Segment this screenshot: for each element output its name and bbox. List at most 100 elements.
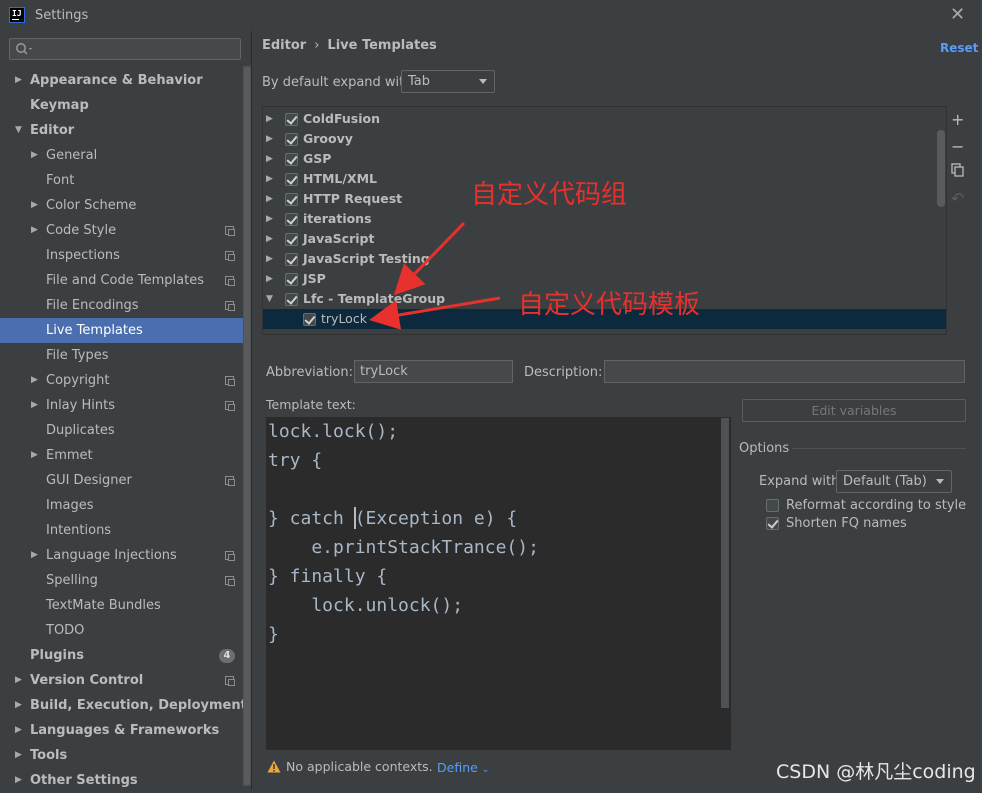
undo-icon[interactable]: ↶ xyxy=(951,189,964,208)
chevron-right-icon[interactable]: ▶ xyxy=(266,229,273,249)
chevron-right-icon[interactable]: ▶ xyxy=(266,149,273,169)
warning-text: No applicable contexts. xyxy=(286,759,433,774)
copy-icon[interactable] xyxy=(951,162,965,181)
template-group-row[interactable]: ▶ JavaScript Testing xyxy=(263,249,946,269)
sidebar-scrollbar[interactable] xyxy=(244,67,250,785)
chevron-right-icon[interactable]: ▶ xyxy=(31,143,38,168)
sidebar-item[interactable]: ▶ Color Scheme xyxy=(0,193,243,218)
template-checkbox[interactable] xyxy=(303,313,316,326)
chevron-right-icon[interactable]: ▶ xyxy=(266,189,273,209)
sidebar-item[interactable]: Keymap xyxy=(0,93,243,118)
template-checkbox[interactable] xyxy=(285,133,298,146)
shorten-fq-checkbox[interactable] xyxy=(766,517,779,530)
chevron-right-icon[interactable]: ▶ xyxy=(31,218,38,243)
chevron-right-icon[interactable]: ▶ xyxy=(266,209,273,229)
chevron-right-icon[interactable]: ▶ xyxy=(15,743,22,768)
template-checkbox[interactable] xyxy=(285,233,298,246)
sidebar-item[interactable]: File and Code Templates xyxy=(0,268,243,293)
chevron-right-icon[interactable]: ▶ xyxy=(31,393,38,418)
template-checkbox[interactable] xyxy=(285,293,298,306)
chevron-right-icon[interactable]: ▶ xyxy=(15,718,22,743)
sidebar-item[interactable]: ▶ Copyright xyxy=(0,368,243,393)
sidebar-item[interactable]: TextMate Bundles xyxy=(0,593,243,618)
panel-divider[interactable] xyxy=(251,31,252,789)
sidebar-item[interactable]: File Encodings xyxy=(0,293,243,318)
chevron-right-icon[interactable]: ▶ xyxy=(266,249,273,269)
template-checkbox[interactable] xyxy=(285,153,298,166)
chevron-right-icon[interactable]: ▶ xyxy=(266,109,273,129)
edit-variables-button[interactable]: Edit variables xyxy=(742,399,966,422)
template-tree-scrollbar[interactable] xyxy=(937,130,945,207)
chevron-right-icon[interactable]: ▶ xyxy=(15,693,22,718)
sidebar-item[interactable]: Plugins 4 xyxy=(0,643,243,668)
sidebar-item[interactable]: ▼ Editor xyxy=(0,118,243,143)
define-contexts-link[interactable]: Define ⌄ xyxy=(437,760,489,775)
sidebar-item[interactable]: ▶ Version Control xyxy=(0,668,243,693)
chevron-right-icon[interactable]: ▶ xyxy=(266,169,273,189)
sidebar-item[interactable]: Images xyxy=(0,493,243,518)
chevron-right-icon[interactable]: ▶ xyxy=(31,193,38,218)
chevron-right-icon[interactable]: ▶ xyxy=(15,768,22,793)
template-checkbox[interactable] xyxy=(285,173,298,186)
sidebar-item[interactable]: Intentions xyxy=(0,518,243,543)
chevron-down-icon[interactable]: ▼ xyxy=(15,118,22,143)
sidebar-item[interactable]: ▶ Appearance & Behavior xyxy=(0,68,243,93)
template-checkbox[interactable] xyxy=(285,193,298,206)
sidebar-item[interactable]: ▶ Tools xyxy=(0,743,243,768)
template-label: iterations xyxy=(303,211,372,226)
project-scope-icon xyxy=(225,476,235,486)
template-checkbox[interactable] xyxy=(285,113,298,126)
chevron-down-icon[interactable]: ▼ xyxy=(266,289,273,309)
sidebar-item[interactable]: ▶ Other Settings xyxy=(0,768,243,793)
sidebar-item[interactable]: Spelling xyxy=(0,568,243,593)
template-group-row[interactable]: ▶ Groovy xyxy=(263,129,946,149)
template-text-label: Template text: xyxy=(266,397,356,412)
add-icon[interactable]: + xyxy=(951,110,964,129)
template-group-row[interactable]: ▶ GSP xyxy=(263,149,946,169)
chevron-right-icon[interactable]: ▶ xyxy=(15,68,22,93)
sidebar-item[interactable]: ▶ Language Injections xyxy=(0,543,243,568)
default-expand-select[interactable]: Tab xyxy=(401,70,495,93)
sidebar-item[interactable]: ▶ Code Style xyxy=(0,218,243,243)
chevron-right-icon[interactable]: ▶ xyxy=(266,269,273,289)
chevron-down-icon xyxy=(479,79,487,84)
template-checkbox[interactable] xyxy=(285,273,298,286)
expand-with-select[interactable]: Default (Tab) xyxy=(836,470,952,493)
chevron-right-icon[interactable]: ▶ xyxy=(15,668,22,693)
template-checkbox[interactable] xyxy=(285,253,298,266)
plugins-badge: 4 xyxy=(219,649,235,663)
search-input[interactable] xyxy=(9,38,241,60)
close-icon[interactable]: ✕ xyxy=(950,4,965,25)
reformat-checkbox[interactable] xyxy=(766,499,779,512)
chevron-right-icon[interactable]: ▶ xyxy=(31,543,38,568)
remove-icon[interactable]: − xyxy=(951,137,964,156)
template-checkbox[interactable] xyxy=(285,213,298,226)
breadcrumb-editor[interactable]: Editor xyxy=(262,38,306,53)
sidebar-item[interactable]: ▶ Emmet xyxy=(0,443,243,468)
editor-scrollbar[interactable] xyxy=(721,418,729,708)
chevron-right-icon[interactable]: ▶ xyxy=(31,368,38,393)
abbreviation-field[interactable]: tryLock xyxy=(354,360,513,383)
sidebar-item[interactable]: File Types xyxy=(0,343,243,368)
reformat-label[interactable]: Reformat according to style xyxy=(786,498,966,513)
description-field[interactable] xyxy=(604,360,965,383)
reset-link[interactable]: Reset xyxy=(940,41,978,55)
sidebar-item[interactable]: Live Templates xyxy=(0,318,243,343)
template-group-row[interactable]: ▶ JavaScript xyxy=(263,229,946,249)
sidebar-item[interactable]: GUI Designer xyxy=(0,468,243,493)
chevron-right-icon[interactable]: ▶ xyxy=(31,443,38,468)
sidebar-item[interactable]: Inspections xyxy=(0,243,243,268)
watermark: CSDN @林凡尘coding xyxy=(776,761,976,783)
code-line: } catch (Exception e) { xyxy=(268,508,518,529)
shorten-fq-label[interactable]: Shorten FQ names xyxy=(786,516,907,531)
sidebar-item[interactable]: ▶ Build, Execution, Deployment xyxy=(0,693,247,718)
sidebar-item[interactable]: TODO xyxy=(0,618,243,643)
template-group-row[interactable]: ▶ ColdFusion xyxy=(263,109,946,129)
sidebar-item[interactable]: Font xyxy=(0,168,243,193)
sidebar-item[interactable]: ▶ Inlay Hints xyxy=(0,393,243,418)
template-group-row[interactable]: ▶ iterations xyxy=(263,209,946,229)
chevron-right-icon[interactable]: ▶ xyxy=(266,129,273,149)
sidebar-item[interactable]: Duplicates xyxy=(0,418,243,443)
sidebar-item[interactable]: ▶ Languages & Frameworks xyxy=(0,718,243,743)
sidebar-item[interactable]: ▶ General xyxy=(0,143,243,168)
